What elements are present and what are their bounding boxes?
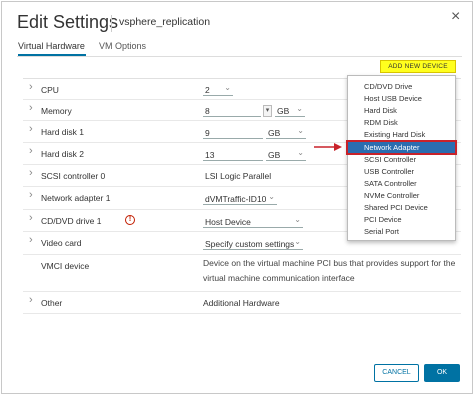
chevron-right-icon[interactable]: › [29,294,33,306]
menu-item-cd-dvd-drive[interactable]: CD/DVD Drive [348,81,455,93]
cpu-select[interactable]: 2 ⌄ [203,83,233,96]
chevron-down-icon: ⌄ [294,215,301,224]
cd-dvd-select[interactable]: Host Device ⌄ [203,215,303,228]
chevron-down-icon: ⌄ [224,83,231,92]
vm-name: vsphere_replication [119,16,211,28]
annotation-arrow-icon [314,143,342,151]
row-label: Network adapter 1 [41,193,111,203]
row-label: Video card [41,238,82,248]
chevron-right-icon[interactable]: › [29,234,33,246]
video-card-value: Specify custom settings [205,239,295,249]
hard-disk-1-value: 9 [205,128,210,138]
stepper-button[interactable]: ▾ [263,105,272,117]
chevron-right-icon[interactable]: › [29,81,33,93]
hard-disk-1-unit-select[interactable]: GB ⌄ [266,126,306,139]
hard-disk-2-value: 13 [205,150,215,160]
hard-disk-2-input[interactable]: 13 [203,149,263,161]
add-device-menu: CD/DVD Drive Host USB Device Hard Disk R… [346,75,457,241]
warning-icon: ! [125,215,135,225]
menu-item-pci-device[interactable]: PCI Device [348,214,455,226]
vmci-description-line-2: virtual machine communication interface [203,273,355,283]
memory-unit: GB [277,106,290,116]
menu-item-usb-controller[interactable]: USB Controller [348,166,455,178]
network-value: dVMTraffic-ID10 [205,194,267,204]
row-label: Memory [41,106,72,116]
menu-item-scsi-controller[interactable]: SCSI Controller [348,154,455,166]
row-label: Hard disk 1 [41,127,84,137]
cd-dvd-value: Host Device [205,217,251,227]
chevron-right-icon[interactable]: › [29,145,33,157]
video-card-select[interactable]: Specify custom settings ⌄ [203,237,303,250]
row-label: CD/DVD drive 1 [41,216,102,226]
tab-vm-options[interactable]: VM Options [99,41,146,51]
chevron-down-icon: ⌄ [296,104,303,113]
row-label: SCSI controller 0 [41,171,106,181]
chevron-down-icon: ⌄ [268,192,275,201]
tab-virtual-hardware[interactable]: Virtual Hardware [18,41,85,51]
row-label: CPU [41,85,59,95]
tabs-divider [17,56,462,57]
title-separator [111,15,112,32]
memory-value: 8 [205,106,210,116]
chevron-right-icon[interactable]: › [29,212,33,224]
chevron-right-icon[interactable]: › [29,123,33,135]
chevron-down-icon: ⌄ [297,126,304,135]
menu-item-rdm-disk[interactable]: RDM Disk [348,117,455,129]
chevron-right-icon[interactable]: › [29,189,33,201]
network-select[interactable]: dVMTraffic-ID10 ⌄ [203,192,277,205]
vmci-description-line-1: Device on the virtual machine PCI bus th… [203,258,456,268]
hard-disk-1-input[interactable]: 9 [203,127,263,139]
chevron-right-icon[interactable]: › [29,167,33,179]
hard-disk-1-unit: GB [268,128,281,138]
scsi-value: LSI Logic Parallel [205,171,272,181]
menu-item-hard-disk[interactable]: Hard Disk [348,105,455,117]
menu-item-serial-port[interactable]: Serial Port [348,226,455,238]
cancel-button[interactable]: CANCEL [374,364,419,382]
edit-settings-dialog: Edit Settings vsphere_replication × Virt… [1,1,473,394]
hard-disk-2-unit-select[interactable]: GB ⌄ [266,148,306,161]
other-value: Additional Hardware [203,298,280,308]
menu-item-sata-controller[interactable]: SATA Controller [348,178,455,190]
menu-item-nvme-controller[interactable]: NVMe Controller [348,190,455,202]
row-label: Hard disk 2 [41,149,84,159]
row-label: Other [41,298,63,308]
hard-disk-2-unit: GB [268,150,281,160]
ok-button[interactable]: OK [424,364,460,382]
cpu-value: 2 [205,85,210,95]
memory-unit-select[interactable]: GB ⌄ [275,104,305,117]
add-new-device-button[interactable]: ADD NEW DEVICE [380,60,456,73]
dialog-title: Edit Settings [17,12,119,32]
chevron-right-icon[interactable]: › [29,102,33,114]
row-vmci-device: VMCI device Device on the virtual machin… [23,255,461,292]
menu-item-network-adapter[interactable]: Network Adapter [346,140,457,155]
row-other[interactable]: › Other Additional Hardware [23,292,461,314]
menu-item-host-usb-device[interactable]: Host USB Device [348,93,455,105]
chevron-down-icon: ⌄ [297,148,304,157]
memory-input[interactable]: 8 [203,105,261,117]
chevron-down-icon: ⌄ [294,237,301,246]
row-label: VMCI device [41,261,90,271]
close-icon[interactable]: × [451,8,460,26]
menu-item-shared-pci-device[interactable]: Shared PCI Device [348,202,455,214]
